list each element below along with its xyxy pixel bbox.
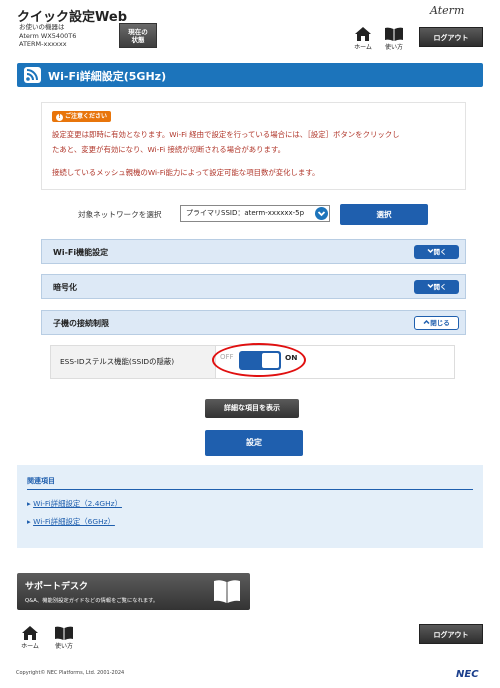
- section-wifi-function[interactable]: Wi-Fi機能設定 開く: [41, 239, 466, 264]
- related-items: 関連項目 ▸ Wi-Fi詳細設定（2.4GHz） ▸ Wi-Fi詳細設定（6GH…: [17, 465, 483, 548]
- caution-label: ご注意ください: [65, 113, 108, 120]
- notice-text: 接続しているメッシュ親機のWi-Fi能力によって設定可能な項目数が変化します。: [52, 168, 320, 177]
- notice-text: 設定変更は即時に有効となります。Wi-Fi 経由で設定を行っている場合には、［設…: [52, 130, 400, 139]
- aterm-logo: Aterm: [430, 4, 465, 17]
- page-title-bar: Wi-Fi詳細設定(5GHz): [17, 63, 483, 87]
- show-details-button[interactable]: 詳細な項目を表示: [205, 399, 299, 418]
- status-line-1: 現在の: [128, 28, 148, 36]
- help-label: 使い方: [54, 643, 73, 650]
- exclamation-icon: !: [56, 114, 63, 121]
- footer-home-button[interactable]: ホーム: [19, 626, 41, 650]
- device-model: Aterm WX5400T6: [19, 31, 77, 40]
- expand-label: 開く: [433, 248, 447, 256]
- device-line: お使いの機器は: [19, 23, 65, 31]
- section-label: 暗号化: [53, 283, 77, 292]
- section-connection-limit[interactable]: 子機の接続制限 閉じる: [41, 310, 466, 335]
- network-select-label: 対象ネットワークを選択: [78, 210, 162, 219]
- collapse-label: 閉じる: [430, 319, 450, 327]
- expand-button[interactable]: 開く: [414, 280, 459, 294]
- footer-help-button[interactable]: 使い方: [52, 626, 76, 650]
- network-select[interactable]: プライマリSSID：aterm-xxxxxx-5p: [180, 205, 330, 222]
- network-select-value: プライマリSSID：aterm-xxxxxx-5p: [186, 209, 305, 217]
- copyright: Copyright© NEC Platforms, Ltd. 2001-2024: [16, 670, 125, 676]
- expand-label: 開く: [433, 283, 447, 291]
- notice-text: たあと、変更が有効になり、Wi-Fi 接続が切断される場合があります。: [52, 145, 285, 154]
- select-button[interactable]: 選択: [340, 204, 428, 225]
- section-label: Wi-Fi機能設定: [53, 248, 109, 257]
- help-label: 使い方: [384, 44, 403, 51]
- support-subtitle: Q&A、機能別設定ガイドなどの情報をご覧になれます。: [25, 598, 159, 604]
- home-icon: [355, 27, 371, 41]
- related-heading: 関連項目: [27, 477, 55, 485]
- expand-button[interactable]: 開く: [414, 245, 459, 259]
- support-desk-banner[interactable]: サポートデスク Q&A、機能別設定ガイドなどの情報をご覧になれます。: [17, 573, 250, 610]
- section-label: 子機の接続制限: [53, 319, 109, 328]
- collapse-button[interactable]: 閉じる: [414, 316, 459, 330]
- footer-logout-button[interactable]: ログアウト: [419, 624, 483, 644]
- nec-logo: NEC: [456, 669, 479, 680]
- help-button[interactable]: 使い方: [382, 27, 406, 51]
- page-title: Wi-Fi詳細設定(5GHz): [48, 70, 167, 83]
- support-title: サポートデスク: [25, 582, 89, 592]
- chevron-down-icon: [426, 248, 434, 254]
- link-text[interactable]: Wi-Fi詳細設定（6GHz）: [33, 517, 115, 526]
- home-button[interactable]: ホーム: [352, 27, 374, 51]
- related-link-6ghz[interactable]: ▸ Wi-Fi詳細設定（6GHz）: [27, 516, 115, 527]
- wifi-icon: [24, 67, 41, 83]
- save-button[interactable]: 設定: [205, 430, 303, 456]
- status-line-2: 状態: [131, 36, 145, 44]
- home-icon: [22, 626, 38, 640]
- book-icon: [214, 580, 240, 603]
- home-label: ホーム: [21, 643, 39, 650]
- notice-box: ! ご注意ください 設定変更は即時に有効となります。Wi-Fi 経由で設定を行って…: [41, 102, 466, 190]
- link-text[interactable]: Wi-Fi詳細設定（2.4GHz）: [33, 499, 122, 508]
- book-icon: [55, 626, 73, 640]
- highlight-ellipse: [212, 343, 306, 377]
- header: クイック設定Web お使いの機器は Aterm WX5400T6 ATERM-x…: [0, 0, 500, 60]
- logout-button[interactable]: ログアウト: [419, 27, 483, 47]
- caution-badge: ! ご注意ください: [52, 111, 112, 122]
- chevron-down-icon: [315, 207, 328, 220]
- current-status-button[interactable]: 現在の 状態: [119, 23, 157, 48]
- chevron-down-icon: [426, 283, 434, 289]
- device-info: お使いの機器は Aterm WX5400T6 ATERM-xxxxxx: [19, 23, 76, 49]
- section-encryption[interactable]: 暗号化 開く: [41, 274, 466, 299]
- related-link-24ghz[interactable]: ▸ Wi-Fi詳細設定（2.4GHz）: [27, 498, 122, 509]
- book-icon: [385, 27, 403, 41]
- stealth-setting-label: ESS-IDステルス機能(SSIDの隠蔽): [51, 346, 216, 378]
- home-label: ホーム: [354, 44, 372, 51]
- device-name: ATERM-xxxxxx: [19, 40, 67, 48]
- divider: [27, 489, 473, 490]
